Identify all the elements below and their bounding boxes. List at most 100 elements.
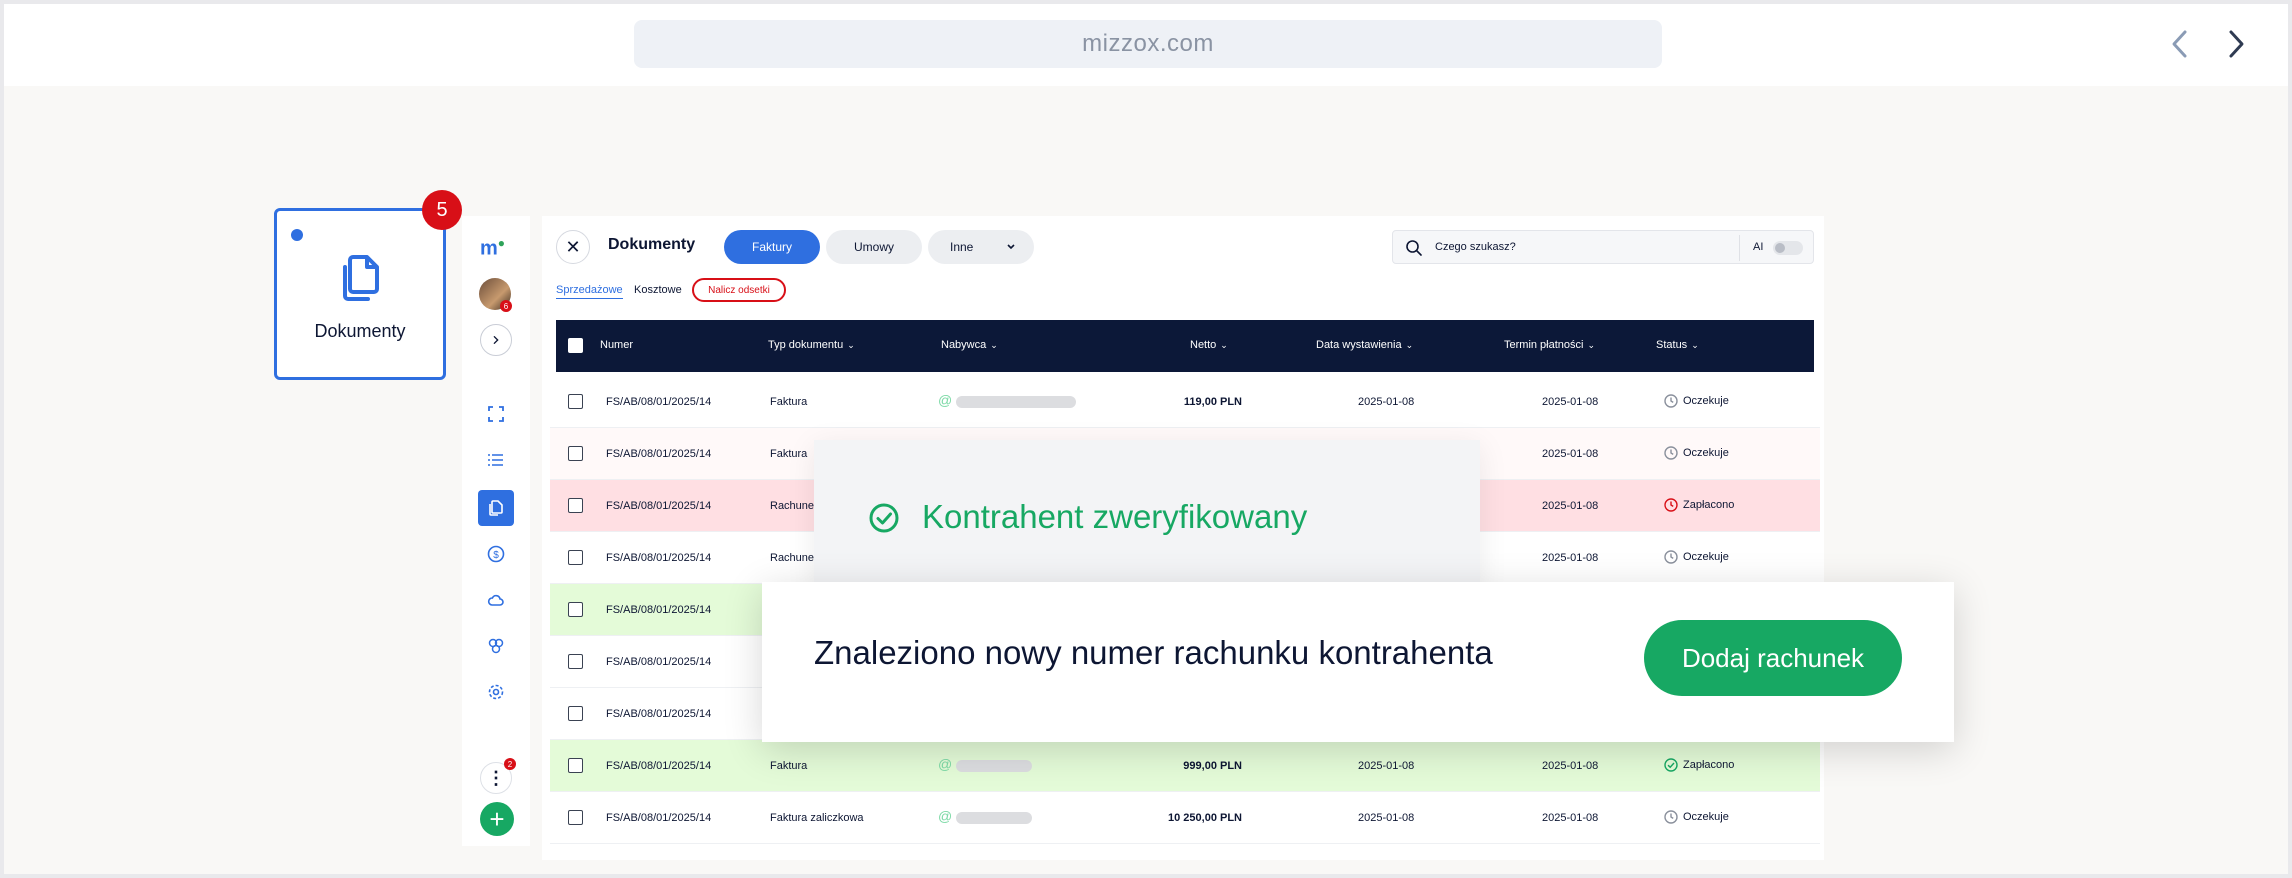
column-netto[interactable]: Netto ⌄ <box>1190 339 1228 351</box>
row-checkbox[interactable] <box>568 498 583 513</box>
table-header: Numer Typ dokumentu ⌄ Nabywca ⌄ Netto ⌄ Dat… <box>556 320 1814 372</box>
column-typ[interactable]: Typ dokumentu ⌄ <box>768 339 855 351</box>
add-account-button[interactable]: Dodaj rachunek <box>1644 620 1902 696</box>
chevron-down-icon: ⌄ <box>1691 340 1699 350</box>
row-checkbox[interactable] <box>568 394 583 409</box>
column-label: Numer <box>600 339 634 351</box>
column-label: Typ dokumentu <box>768 339 844 351</box>
check-circle-icon <box>869 503 899 533</box>
cell-numer: FS/AB/08/01/2025/14 <box>606 812 712 824</box>
gear-icon <box>488 684 504 700</box>
tab-inne-dropdown[interactable]: Inne <box>928 230 1034 264</box>
buyer-email-icon: @ <box>938 756 953 772</box>
table-row[interactable]: FS/AB/08/01/2025/14 Faktura @999,00 PLN 202… <box>550 740 1820 792</box>
column-label: Status <box>1656 339 1688 351</box>
sidebar-item-finance[interactable]: $ <box>478 536 514 572</box>
cell-numer: FS/AB/08/01/2025/14 <box>606 760 712 772</box>
back-button[interactable] <box>2162 26 2198 62</box>
column-label: Termin płatności <box>1504 339 1584 351</box>
select-all-checkbox[interactable] <box>568 338 583 353</box>
row-checkbox[interactable] <box>568 446 583 461</box>
close-button[interactable]: ✕ <box>556 230 590 264</box>
tab-umowy[interactable]: Umowy <box>826 230 922 264</box>
dollar-icon: $ <box>487 545 505 563</box>
cell-numer: FS/AB/08/01/2025/14 <box>606 552 712 564</box>
sidebar-item-integrations[interactable] <box>478 628 514 664</box>
cloud-icon <box>487 594 504 606</box>
nalicz-odsetki-button[interactable]: Nalicz odsetki <box>692 278 786 302</box>
more-badge: 2 <box>504 758 516 770</box>
app-logo[interactable]: m● <box>480 236 505 261</box>
documents-tile[interactable]: Dokumenty <box>274 208 446 380</box>
chevron-down-icon <box>1007 244 1015 250</box>
column-label: Data wystawienia <box>1316 339 1402 351</box>
verified-popup: Kontrahent zweryfikowany <box>814 440 1480 592</box>
cell-termin: 2025-01-08 <box>1542 552 1599 564</box>
sidebar-item-list[interactable] <box>478 442 514 478</box>
expand-sidebar-button[interactable] <box>480 324 512 356</box>
chevron-down-icon: ⌄ <box>847 340 855 350</box>
buyer-name-redacted <box>956 812 1032 824</box>
row-checkbox[interactable] <box>568 706 583 721</box>
sidebar-item-scan[interactable] <box>478 396 514 432</box>
column-termin[interactable]: Termin płatności ⌄ <box>1504 339 1595 351</box>
table-row[interactable]: FS/AB/08/01/2025/14 Faktura zaliczkowa @10… <box>550 792 1820 844</box>
row-checkbox[interactable] <box>568 654 583 669</box>
ai-toggle[interactable] <box>1773 241 1803 255</box>
status-badge: Oczekuje <box>1664 446 1729 460</box>
cell-typ: Faktura zaliczkowa <box>770 812 864 824</box>
row-checkbox[interactable] <box>568 602 583 617</box>
cell-numer: FS/AB/08/01/2025/14 <box>606 448 712 460</box>
cell-netto: 119,00 PLN <box>1183 396 1242 408</box>
subtab-kosztowe[interactable]: Kosztowe <box>634 284 682 296</box>
clock-icon <box>1664 446 1678 460</box>
table-row[interactable]: FS/AB/08/01/2025/14 Faktura @119,00 PLN 202… <box>550 376 1820 428</box>
address-bar[interactable]: mizzox.com <box>634 20 1662 68</box>
column-status[interactable]: Status ⌄ <box>1656 339 1699 351</box>
sidebar-item-settings[interactable] <box>478 674 514 710</box>
column-nabywca[interactable]: Nabywca ⌄ <box>941 339 998 351</box>
row-checkbox[interactable] <box>568 758 583 773</box>
check-circle-icon <box>1664 758 1678 772</box>
chevron-right-icon <box>493 336 499 344</box>
new-account-message: Znaleziono nowy numer rachunku kontrahen… <box>814 634 1493 671</box>
cell-netto: 999,00 PLN <box>1183 760 1242 772</box>
add-button[interactable]: + <box>480 802 514 836</box>
status-text: Zapłacono <box>1683 499 1735 511</box>
row-checkbox[interactable] <box>568 810 583 825</box>
column-data-wystawienia[interactable]: Data wystawienia ⌄ <box>1316 339 1413 351</box>
search-icon <box>1406 240 1422 256</box>
cell-numer: FS/AB/08/01/2025/14 <box>606 500 712 512</box>
forward-button[interactable] <box>2218 26 2254 62</box>
chevron-down-icon: ⌄ <box>1587 340 1596 350</box>
search-box[interactable]: Czego szukasz? AI <box>1392 230 1814 264</box>
cell-typ: Rachune <box>770 552 815 564</box>
list-icon <box>488 454 503 466</box>
sidebar: m● 6 $ ⋮ 2 + <box>462 216 530 846</box>
sidebar-item-cloud[interactable] <box>478 582 514 618</box>
sidebar-item-documents[interactable] <box>478 490 514 526</box>
active-dot <box>291 229 303 241</box>
cell-typ: Faktura <box>770 760 808 772</box>
search-input[interactable]: Czego szukasz? <box>1435 241 1516 253</box>
cell-netto: 10 250,00 PLN <box>1168 812 1242 824</box>
status-text: Oczekuje <box>1683 551 1729 563</box>
row-checkbox[interactable] <box>568 550 583 565</box>
page-title: Dokumenty <box>608 236 696 253</box>
cell-typ: Rachune <box>770 500 815 512</box>
documents-icon <box>343 255 379 301</box>
column-label: Netto <box>1190 339 1217 351</box>
status-text: Oczekuje <box>1683 811 1729 823</box>
documents-tile-label: Dokumenty <box>314 321 406 341</box>
tab-faktury[interactable]: Faktury <box>724 230 820 264</box>
scan-icon <box>488 406 504 422</box>
cell-numer: FS/AB/08/01/2025/14 <box>606 656 712 668</box>
status-badge: Oczekuje <box>1664 810 1729 824</box>
subtab-sprzedazowe[interactable]: Sprzedażowe <box>556 284 623 299</box>
cell-termin: 2025-01-08 <box>1542 500 1599 512</box>
column-label: Nabywca <box>941 339 987 351</box>
column-numer[interactable]: Numer <box>600 339 633 351</box>
avatar-badge: 6 <box>500 300 512 312</box>
cell-data-wystawienia: 2025-01-08 <box>1358 760 1415 772</box>
tab-inne-label: Inne <box>950 240 974 254</box>
